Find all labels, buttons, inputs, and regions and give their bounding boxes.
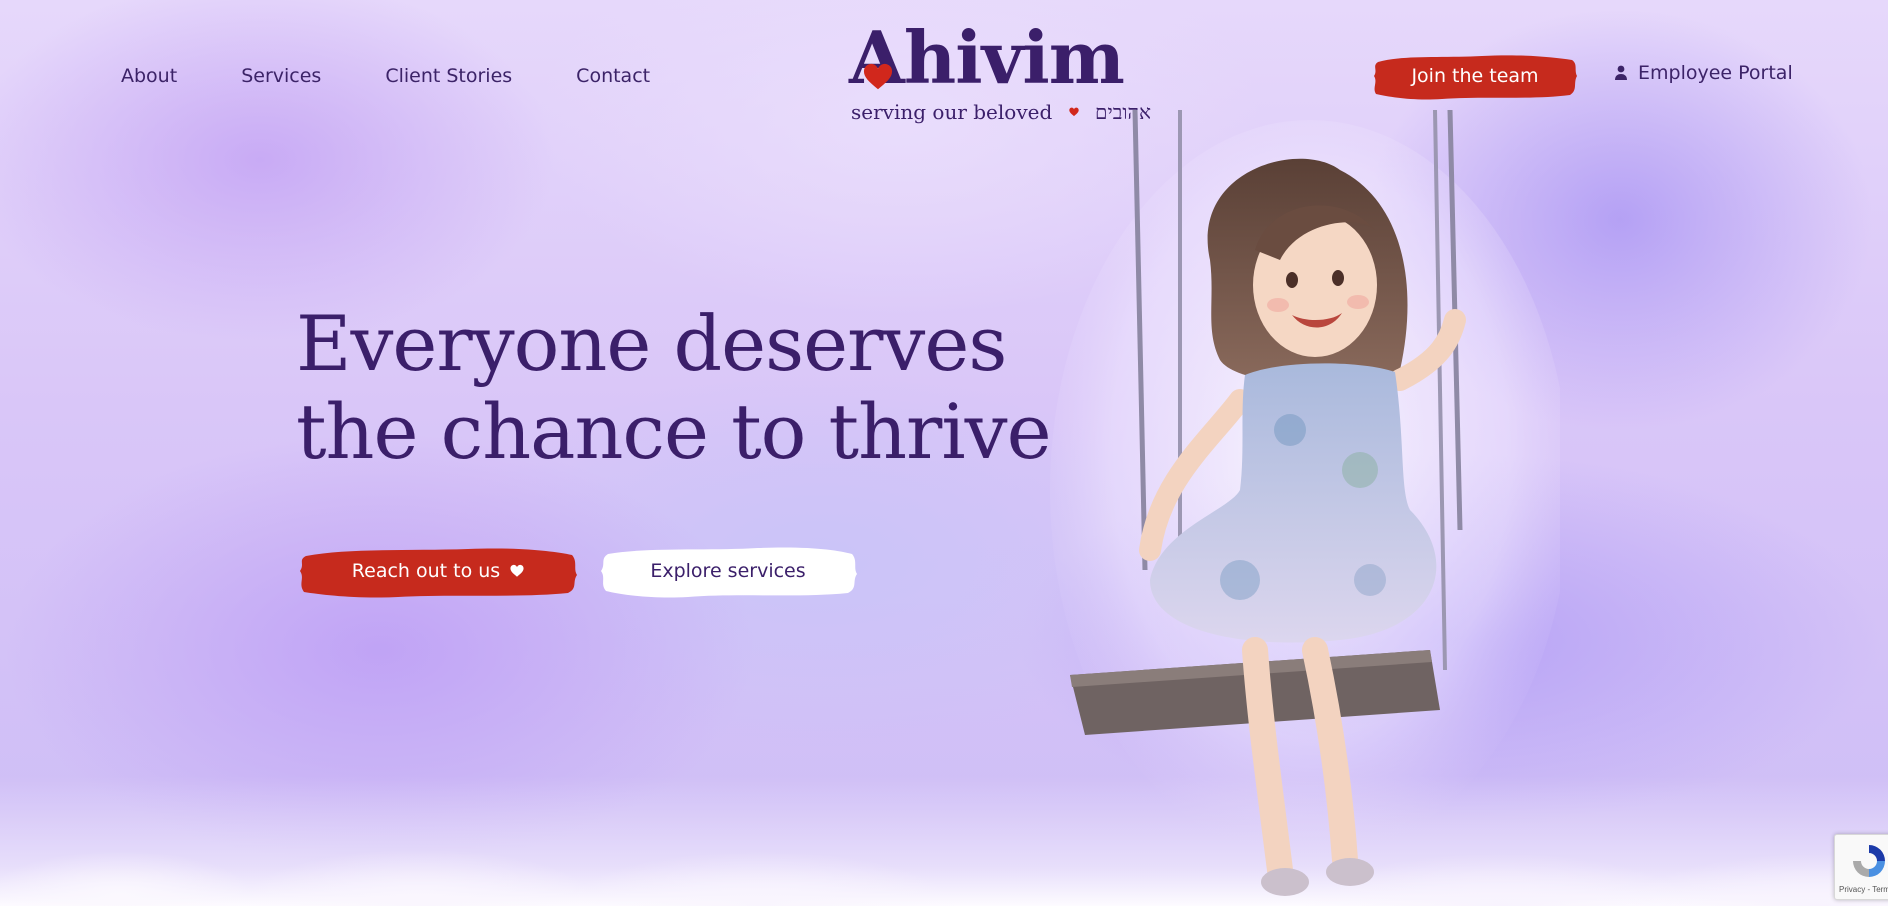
nav-link-services[interactable]: Services bbox=[241, 62, 321, 90]
heart-icon bbox=[510, 564, 524, 577]
girl-on-swing-illustration bbox=[1050, 110, 1560, 896]
join-team-button[interactable]: Join the team bbox=[1372, 50, 1578, 102]
join-team-label: Join the team bbox=[1411, 65, 1539, 87]
person-icon bbox=[1615, 65, 1627, 80]
main-nav: About Services Client Stories Contact bbox=[121, 62, 650, 90]
explore-services-label: Explore services bbox=[650, 560, 806, 582]
employee-portal-label: Employee Portal bbox=[1638, 62, 1793, 84]
logo-tagline-text: serving our beloved bbox=[851, 100, 1053, 124]
nav-link-client-stories[interactable]: Client Stories bbox=[385, 62, 512, 90]
hero-headline: Everyone deserves the chance to thrive bbox=[296, 299, 1052, 476]
reach-out-label: Reach out to us bbox=[351, 560, 501, 582]
nav-link-about[interactable]: About bbox=[121, 62, 177, 90]
explore-services-button[interactable]: Explore services bbox=[598, 542, 858, 600]
recaptcha-icon bbox=[1853, 845, 1885, 877]
heart-icon bbox=[863, 63, 893, 90]
recaptcha-badge[interactable]: Privacy - Terms bbox=[1834, 834, 1888, 900]
nav-link-contact[interactable]: Contact bbox=[576, 62, 650, 90]
reach-out-button[interactable]: Reach out to us bbox=[298, 542, 578, 600]
hero-headline-line-2: the chance to thrive bbox=[296, 387, 1052, 476]
cloud-decoration bbox=[0, 776, 1888, 906]
recaptcha-footer[interactable]: Privacy - Terms bbox=[1839, 885, 1888, 894]
employee-portal-link[interactable]: Employee Portal bbox=[1614, 62, 1793, 84]
hero-headline-line-1: Everyone deserves bbox=[296, 299, 1007, 388]
